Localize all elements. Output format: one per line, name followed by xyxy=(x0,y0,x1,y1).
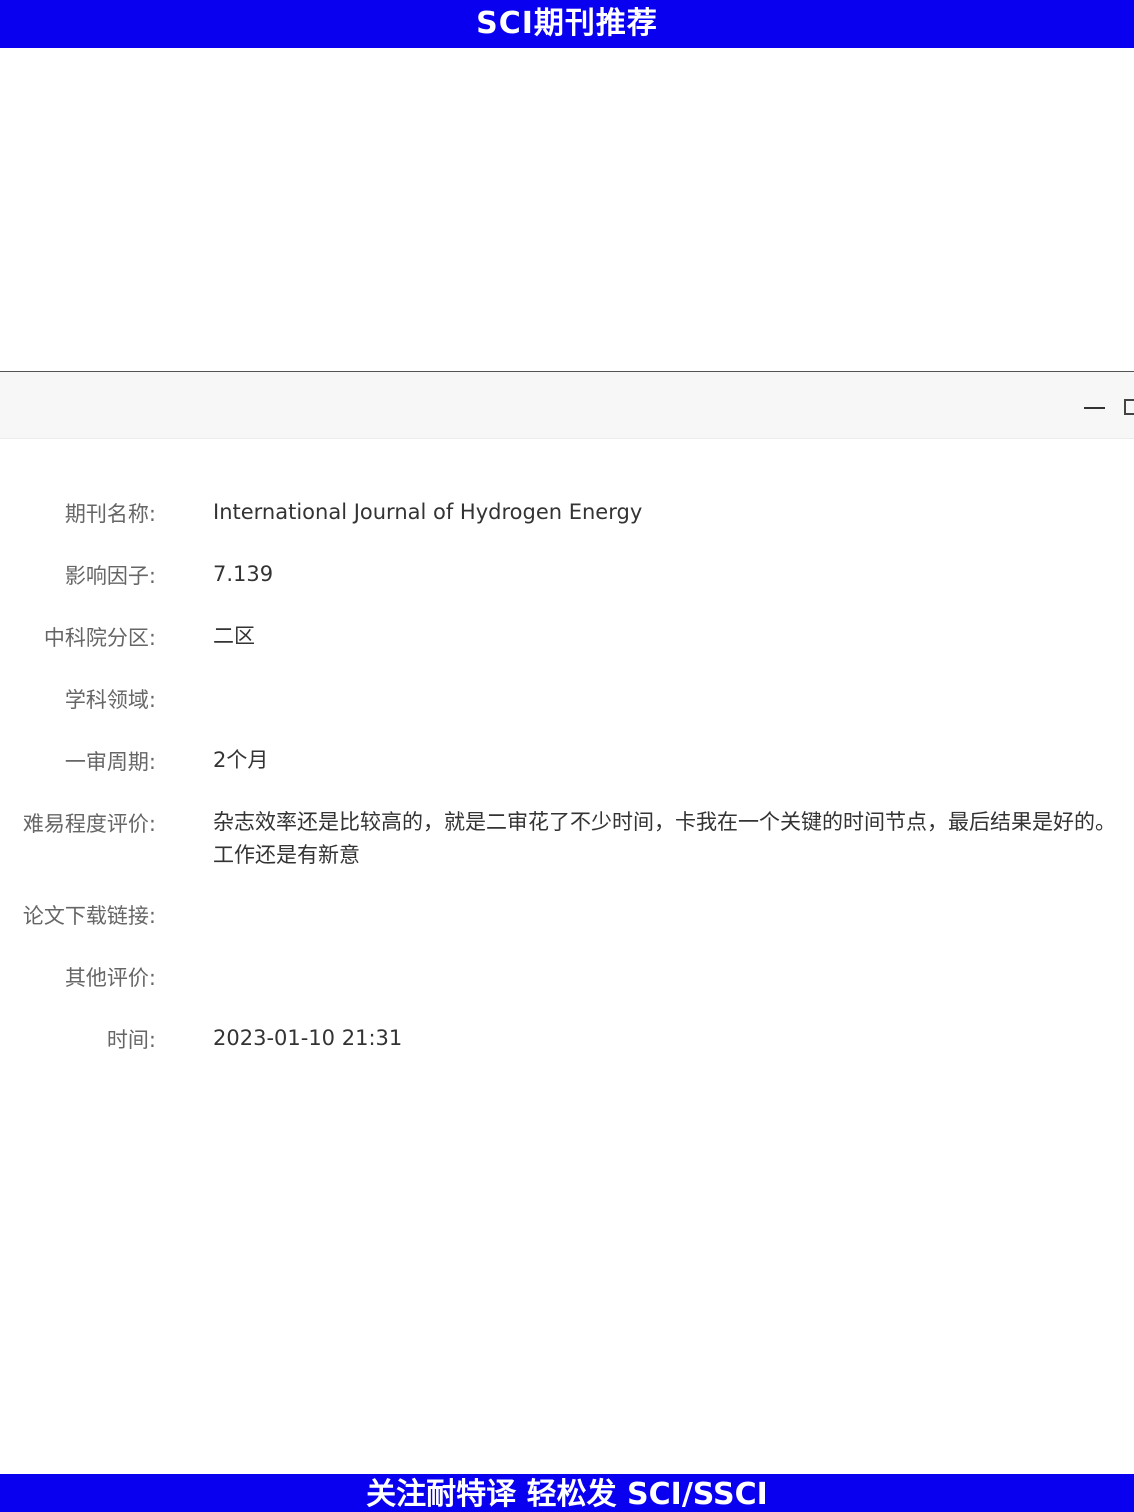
window-titlebar xyxy=(0,372,1134,439)
field-label: 中科院分区: xyxy=(43,626,156,650)
field-value: International Journal of Hydrogen Energy xyxy=(213,500,643,524)
restore-icon[interactable] xyxy=(1122,396,1134,418)
field-value: 7.139 xyxy=(213,562,274,586)
field-value: 2个月 xyxy=(213,748,269,772)
field-label: 论文下载链接: xyxy=(22,904,156,928)
field-label: 一审周期: xyxy=(64,750,156,774)
field-label: 其他评价: xyxy=(64,966,156,990)
field-value: 2023-01-10 21:31 xyxy=(213,1026,403,1050)
journal-detail-window: 期刊名称: International Journal of Hydrogen … xyxy=(0,371,1134,1071)
field-label: 影响因子: xyxy=(64,564,156,588)
field-value: 二区 xyxy=(213,624,255,648)
field-label: 期刊名称: xyxy=(64,502,156,526)
field-label: 学科领域: xyxy=(64,688,156,712)
top-banner: SCI期刊推荐 xyxy=(0,0,1134,48)
page: SCI期刊推荐 期刊名称: International Journal of H… xyxy=(0,0,1134,1512)
field-value: 杂志效率还是比较高的，就是二审花了不少时间，卡我在一个关键的时间节点，最后结果是… xyxy=(213,810,1116,867)
bottom-banner: 关注耐特译 轻松发 SCI/SSCI xyxy=(0,1474,1134,1512)
field-label: 难易程度评价: xyxy=(22,812,156,836)
minimize-icon[interactable] xyxy=(1084,396,1106,418)
field-label: 时间: xyxy=(106,1028,156,1052)
